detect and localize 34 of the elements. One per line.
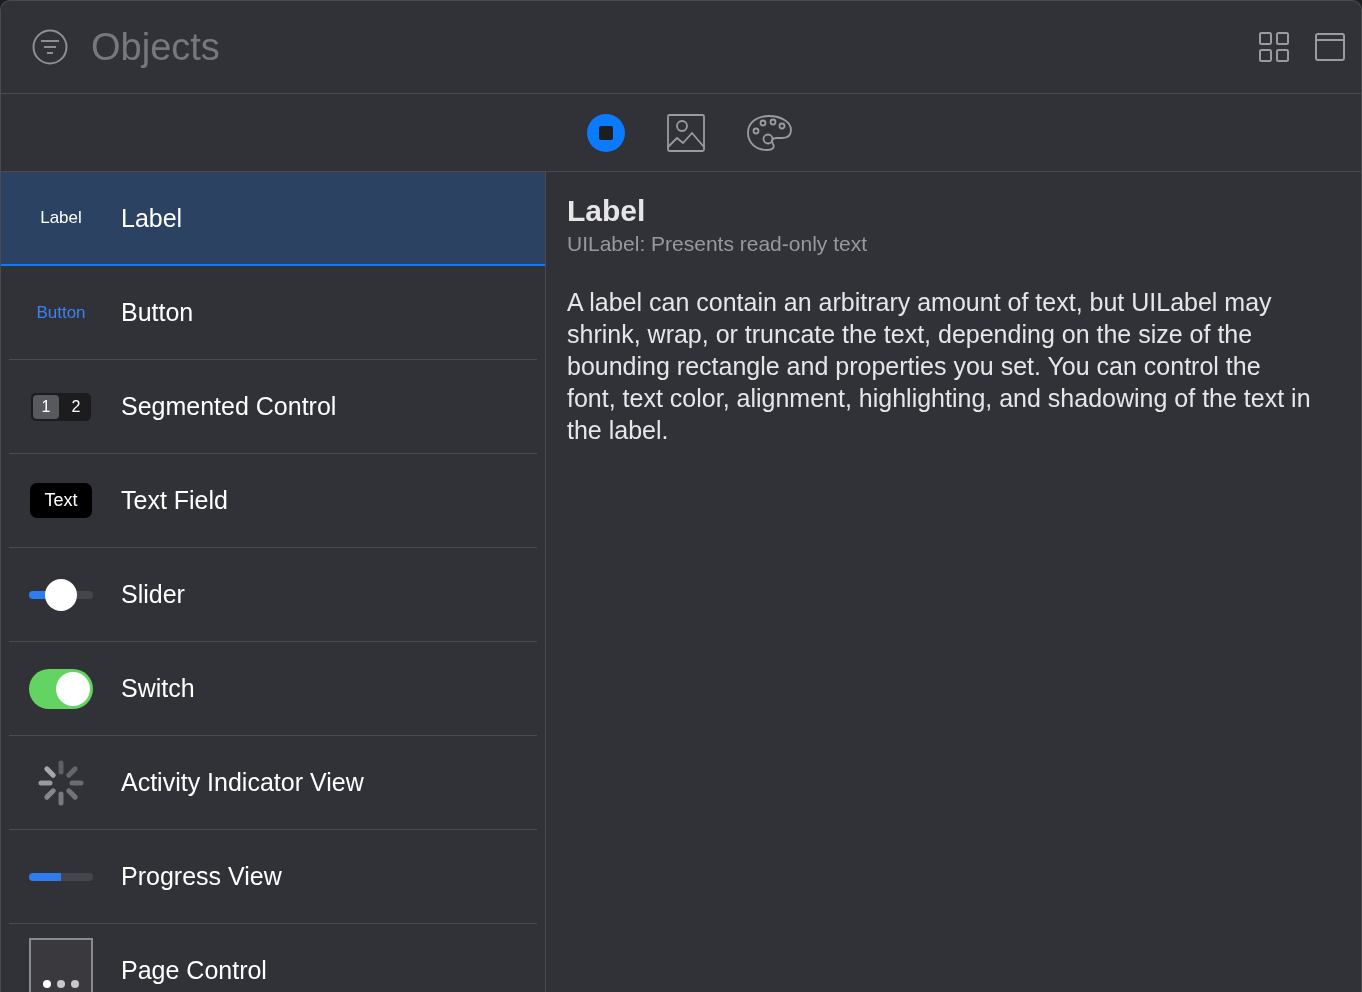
detail-description: A label can contain an arbitrary amount of text, but UILabel may shrink, wrap, or truncate the text, depending on the size of the bounding rectangle and properties you set. You can control the font, text color, alignment, highlighting, and shadowing of the text in the label. xyxy=(567,287,1312,446)
item-name: Activity Indicator View xyxy=(121,768,364,797)
library-item[interactable]: Page Control xyxy=(9,924,537,992)
detail-subtitle: UILabel: Presents read-only text xyxy=(567,232,868,256)
library-item[interactable]: 1 2 Segmented Control xyxy=(9,360,537,454)
slider-preview xyxy=(29,578,93,611)
filter-icon[interactable] xyxy=(31,28,69,66)
item-name: Progress View xyxy=(121,862,282,891)
item-name: Button xyxy=(121,298,194,327)
library-item[interactable]: Switch xyxy=(9,642,537,736)
library-item[interactable]: Slider xyxy=(9,548,537,642)
palette-tab[interactable] xyxy=(746,112,792,153)
item-name: Switch xyxy=(121,674,195,703)
segmented-control-preview: 1 2 xyxy=(31,392,91,421)
label-preview: Label xyxy=(40,208,82,228)
grid-icon[interactable] xyxy=(1259,32,1289,62)
library-item[interactable]: Button Button xyxy=(9,266,537,360)
objects-tab[interactable] xyxy=(586,112,626,153)
progress-bar-preview xyxy=(29,872,93,881)
window-title: Objects xyxy=(91,25,221,69)
item-name: Slider xyxy=(121,580,185,609)
item-name: Text Field xyxy=(121,486,228,515)
image-tab[interactable] xyxy=(666,112,706,153)
library-item[interactable]: Text Text Field xyxy=(9,454,537,548)
library-item[interactable]: Label Label xyxy=(1,172,545,266)
item-name: Label xyxy=(121,203,183,233)
button-preview: Button xyxy=(36,302,86,323)
item-name: Segmented Control xyxy=(121,392,337,421)
library-item[interactable]: Activity Indicator View xyxy=(9,736,537,830)
detail-title: Label xyxy=(567,194,647,228)
library-item[interactable]: Progress View xyxy=(9,830,537,924)
window-icon[interactable] xyxy=(1315,32,1345,62)
text-field-preview: Text xyxy=(30,483,92,518)
item-name: Page Control xyxy=(121,956,267,985)
